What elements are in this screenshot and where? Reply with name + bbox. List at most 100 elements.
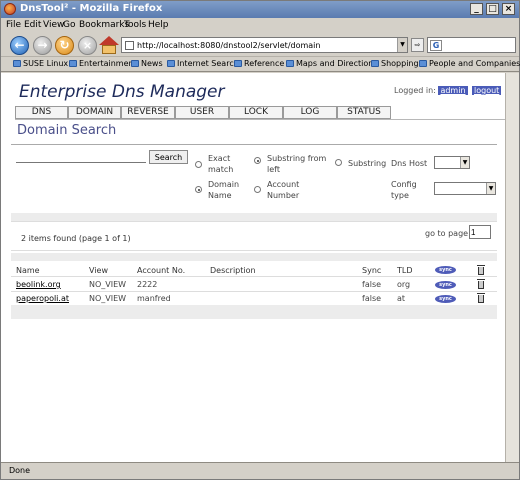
bookmark-people[interactable]: People and Companies <box>419 59 520 68</box>
tab-log[interactable]: LOG <box>283 106 337 119</box>
title-bar: DnsTool² - Mozilla Firefox _ □ × <box>1 1 519 18</box>
bookmark-internet-search[interactable]: Internet Search <box>167 59 239 68</box>
row-sync: false <box>362 294 382 303</box>
radio-account-number[interactable] <box>254 186 261 193</box>
trash-icon[interactable] <box>477 279 485 289</box>
tab-lock[interactable]: LOCK <box>229 106 283 119</box>
vertical-scrollbar[interactable] <box>505 73 519 462</box>
sync-all-icon[interactable]: sync <box>435 266 456 274</box>
user-link[interactable]: admin <box>438 86 468 95</box>
col-account: Account No. <box>137 266 186 275</box>
radio-substring-left[interactable] <box>254 157 261 164</box>
firefox-icon <box>4 3 16 15</box>
substring-left-label: Substring from left <box>267 154 327 174</box>
trash-icon[interactable] <box>477 293 485 303</box>
search-input[interactable] <box>16 151 146 163</box>
app-title: Enterprise Dns Manager <box>19 82 225 102</box>
bookmark-maps[interactable]: Maps and Directions <box>286 59 378 68</box>
menu-file[interactable]: File <box>6 20 21 30</box>
bookmark-folder-icon <box>69 60 77 67</box>
home-button[interactable] <box>99 36 119 55</box>
page-number-input[interactable] <box>469 225 491 239</box>
exact-match-label: Exact match <box>208 154 234 174</box>
status-bar: Done <box>1 462 519 479</box>
col-tld: TLD <box>397 266 413 275</box>
page-icon <box>125 41 134 50</box>
tab-status[interactable]: STATUS <box>337 106 391 119</box>
home-roof-icon <box>99 36 119 45</box>
radio-domain-name[interactable] <box>195 186 202 193</box>
bookmark-shopping[interactable]: Shopping <box>371 59 419 68</box>
tab-reverse[interactable]: REVERSE <box>121 106 175 119</box>
bookmark-reference[interactable]: Reference <box>234 59 284 68</box>
domain-link[interactable]: beolink.org <box>16 280 61 289</box>
results-bottom-band <box>11 253 497 261</box>
row-account: 2222 <box>137 280 158 289</box>
table-footer-band <box>11 305 497 319</box>
tab-domain[interactable]: DOMAIN <box>68 106 121 119</box>
menu-view[interactable]: View <box>43 20 64 30</box>
col-sync: Sync <box>362 266 382 275</box>
sync-icon[interactable]: sync <box>435 281 456 289</box>
menu-tools[interactable]: Tools <box>124 20 146 30</box>
row-account: manfred <box>137 294 171 303</box>
stop-button[interactable]: × <box>78 36 97 55</box>
results-top-band <box>11 213 497 221</box>
dns-host-select[interactable]: ▼ <box>434 156 470 169</box>
row-view: NO_VIEW <box>89 280 127 289</box>
bookmark-folder-icon <box>286 60 294 67</box>
tab-dns[interactable]: DNS <box>15 106 68 119</box>
menu-go[interactable]: Go <box>63 20 75 30</box>
url-input[interactable] <box>137 39 399 51</box>
domain-link[interactable]: paperopoli.at <box>16 294 69 303</box>
config-type-select[interactable]: ▼ <box>434 182 496 195</box>
address-bar[interactable]: ▼ <box>121 37 408 53</box>
tab-user[interactable]: USER <box>175 106 229 119</box>
row-tld: at <box>397 294 406 303</box>
go-to-page-label: go to page <box>425 229 469 238</box>
menu-bar: File Edit View Go Bookmarks Tools Help <box>1 18 519 33</box>
bookmark-entertainment[interactable]: Entertainment <box>69 59 137 68</box>
menu-bookmarks[interactable]: Bookmarks <box>79 20 129 30</box>
chevron-down-icon: ▼ <box>486 183 495 194</box>
bookmark-folder-icon <box>131 60 139 67</box>
tabs-divider <box>15 119 505 120</box>
logout-link[interactable]: logout <box>472 86 502 95</box>
logged-in-info: Logged in: admin <box>394 86 468 95</box>
bookmark-folder-icon <box>167 60 175 67</box>
search-button[interactable]: Search <box>149 150 188 164</box>
row-view: NO_VIEW <box>89 294 127 303</box>
status-text: Done <box>9 466 31 475</box>
bookmark-suse[interactable]: SUSE Linux <box>13 59 68 68</box>
minimize-button[interactable]: _ <box>470 3 483 15</box>
main-tabs: DNS DOMAIN REVERSE USER LOCK LOG STATUS <box>15 106 391 119</box>
dns-host-label: Dns Host <box>391 159 428 168</box>
reload-button[interactable]: ↻ <box>55 36 74 55</box>
col-view: View <box>89 266 108 275</box>
forward-button[interactable]: → <box>33 36 52 55</box>
row-divider <box>11 291 497 292</box>
url-dropdown-icon[interactable]: ▼ <box>397 38 407 52</box>
google-icon[interactable]: G <box>430 40 442 51</box>
page-content: Enterprise Dns Manager Logged in: admin … <box>1 73 519 462</box>
sync-icon[interactable]: sync <box>435 295 456 303</box>
go-button[interactable]: ⇨ <box>411 38 424 52</box>
search-engine-box[interactable]: G <box>427 37 516 53</box>
items-found-text: 2 items found (page 1 of 1) <box>21 234 131 243</box>
maximize-button[interactable]: □ <box>486 3 499 15</box>
bookmark-news[interactable]: News <box>131 59 163 68</box>
back-button[interactable]: ← <box>10 36 29 55</box>
browser-window: DnsTool² - Mozilla Firefox _ □ × File Ed… <box>0 0 520 480</box>
menu-help[interactable]: Help <box>148 20 169 30</box>
delete-all-icon[interactable] <box>477 265 485 275</box>
title-divider <box>11 144 497 145</box>
home-wall-icon <box>102 45 116 54</box>
radio-exact-match[interactable] <box>195 161 202 168</box>
close-button[interactable]: × <box>502 3 515 15</box>
radio-substring[interactable] <box>335 159 342 166</box>
bookmarks-toolbar: SUSE Linux Entertainment News Internet S… <box>1 57 520 72</box>
menu-edit[interactable]: Edit <box>24 20 41 30</box>
navigation-toolbar: ← → ↻ × ▼ ⇨ G <box>1 33 519 57</box>
page-title: Domain Search <box>17 123 117 138</box>
col-description: Description <box>210 266 256 275</box>
